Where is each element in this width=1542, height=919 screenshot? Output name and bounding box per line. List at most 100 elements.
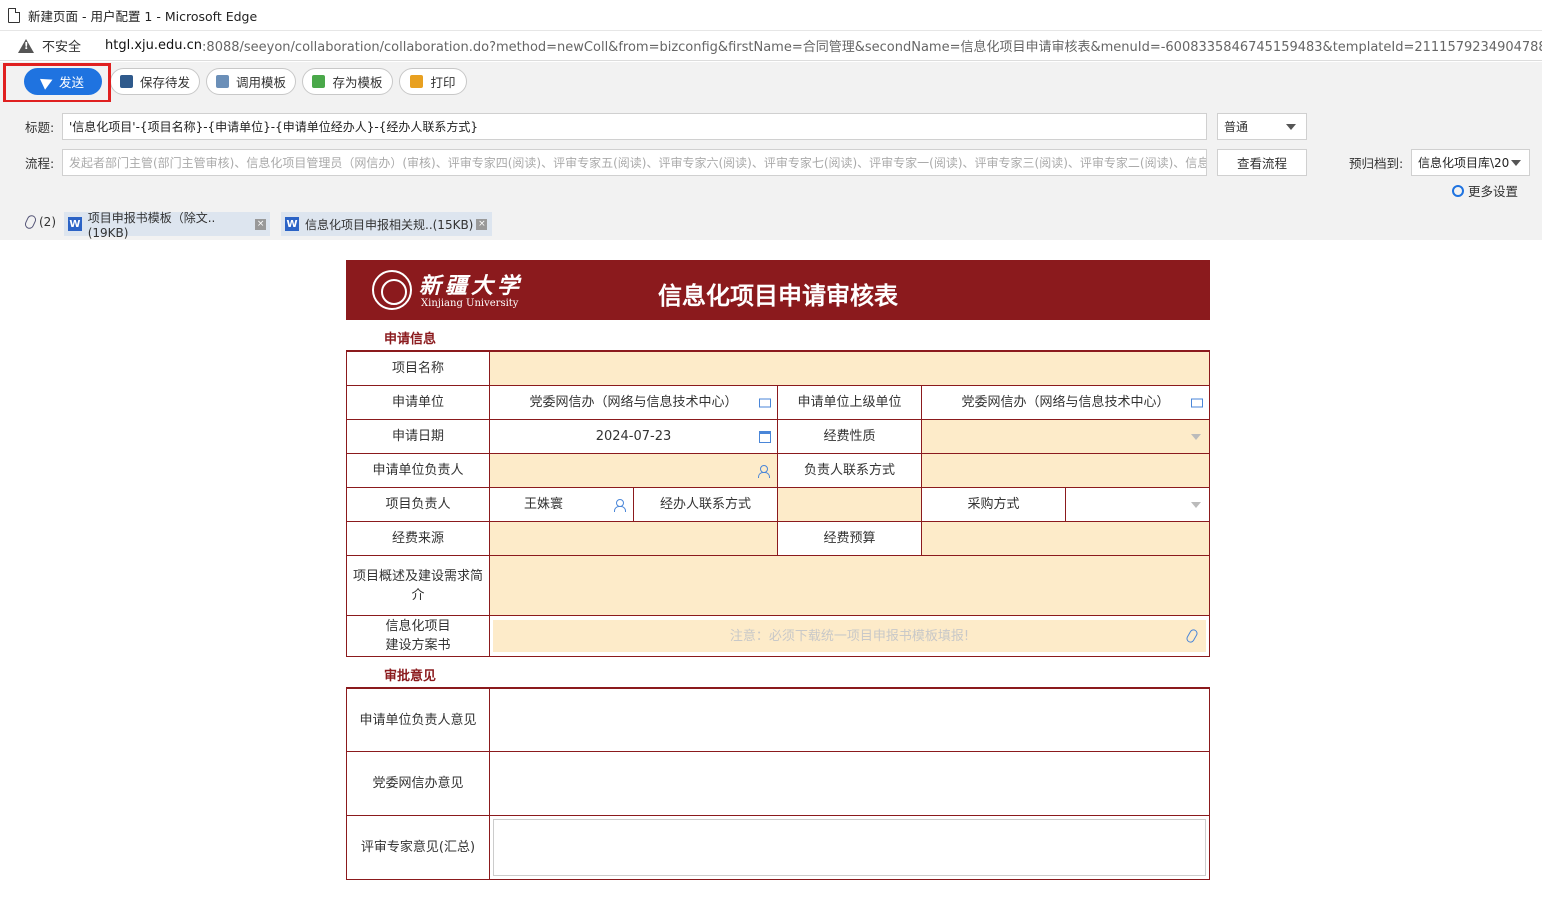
url-host[interactable]: htgl.xju.edu.cn — [105, 38, 202, 53]
unit-leader-field[interactable] — [490, 454, 778, 488]
word-doc-icon: W — [68, 217, 82, 231]
chevron-down-icon — [1191, 501, 1201, 508]
label-plan-doc: 信息化项目 建设方案书 — [346, 616, 490, 657]
label-expert-opinion: 评审专家意见(汇总) — [346, 816, 490, 880]
apply-date-value: 2024-07-23 — [595, 429, 672, 444]
print-button[interactable]: 打印 — [399, 68, 467, 95]
use-template-button[interactable]: 调用模板 — [206, 68, 296, 95]
project-name-input[interactable] — [490, 352, 1210, 386]
priority-value: 普通 — [1224, 120, 1249, 134]
person-picker-icon[interactable] — [614, 498, 626, 512]
plan-doc-dropzone[interactable]: 注意：必须下载统一项目申报书模板填报! — [493, 620, 1206, 652]
save-draft-button[interactable]: 保存待发 — [110, 68, 200, 95]
label-project-desc: 项目概述及建设需求简介 — [346, 556, 490, 616]
section-apply-title: 申请信息 — [384, 332, 437, 347]
form-banner: 新疆大学 Xinjiang University 信息化项目申请审核表 — [346, 260, 1210, 320]
apply-unit-value: 党委网信办（网络与信息技术中心） — [529, 395, 738, 410]
priority-select[interactable]: 普通 — [1217, 113, 1307, 140]
remove-attachment-icon[interactable]: × — [476, 218, 488, 230]
expert-opinion-field[interactable] — [490, 816, 1210, 880]
subject-label: 标题: — [25, 120, 55, 135]
window-title: 新建页面 - 用户配置 1 - Microsoft Edge — [28, 8, 258, 24]
save-draft-label: 保存待发 — [139, 75, 190, 90]
flow-input[interactable]: 发起者部门主管(部门主管审核)、信息化项目管理员（网信办）(审核)、评审专家四(… — [62, 149, 1207, 176]
label-handler-contact: 经办人联系方式 — [634, 488, 778, 522]
label-project-leader: 项目负责人 — [346, 488, 490, 522]
archive-value: 信息化项目库\20 — [1418, 156, 1510, 170]
label-leader-contact: 负责人联系方式 — [778, 454, 922, 488]
use-template-label: 调用模板 — [235, 75, 286, 90]
label-purchase-method: 采购方式 — [922, 488, 1066, 522]
url-path[interactable]: :8088/seeyon/collaboration/collaboration… — [202, 36, 1542, 55]
fund-source-input[interactable] — [490, 522, 778, 556]
window-title-bar: 新建页面 - 用户配置 1 - Microsoft Edge — [0, 0, 1542, 31]
flow-label: 流程: — [25, 156, 55, 171]
calendar-icon[interactable] — [759, 430, 771, 443]
chevron-down-icon — [1511, 160, 1521, 166]
label-project-name: 项目名称 — [346, 352, 490, 386]
label-fund-nature: 经费性质 — [778, 420, 922, 454]
save-template-button[interactable]: 存为模板 — [302, 68, 393, 95]
attachment-name[interactable]: 信息化项目申报相关规..(15KB) — [305, 216, 473, 233]
handler-contact-input[interactable] — [778, 488, 922, 522]
page-icon — [8, 7, 20, 23]
apply-unit-field[interactable]: 党委网信办（网络与信息技术中心） — [490, 386, 778, 420]
gear-icon — [1452, 185, 1464, 197]
paperclip-icon[interactable] — [1185, 627, 1199, 645]
save-template-icon — [312, 75, 326, 88]
send-highlight-box — [3, 63, 111, 103]
word-doc-icon: W — [285, 217, 299, 231]
purchase-method-select[interactable] — [1066, 488, 1210, 522]
address-bar[interactable]: 不安全 htgl.xju.edu.cn:8088/seeyon/collabor… — [0, 31, 1542, 61]
view-flow-button[interactable]: 查看流程 — [1217, 149, 1307, 176]
archive-label: 预归档到: — [1349, 156, 1404, 171]
collaboration-header: 标题: '信息化项目'-{项目名称}-{申请单位}-{申请单位经办人}-{经办人… — [0, 102, 1542, 240]
printer-icon — [410, 75, 424, 88]
print-label: 打印 — [430, 75, 456, 90]
warning-icon[interactable] — [18, 38, 34, 53]
project-desc-textarea[interactable] — [490, 556, 1210, 616]
expert-opinion-textarea[interactable] — [493, 819, 1206, 876]
label-unit-opinion: 申请单位负责人意见 — [346, 689, 490, 752]
label-fund-budget: 经费预算 — [778, 522, 922, 556]
save-template-label: 存为模板 — [332, 75, 383, 90]
project-leader-field[interactable]: 王姝寰 — [490, 488, 634, 522]
form-title: 信息化项目申请审核表 — [658, 282, 898, 310]
remove-attachment-icon[interactable]: × — [255, 218, 266, 230]
section-approval-title: 审批意见 — [384, 669, 437, 684]
leader-contact-input[interactable] — [922, 454, 1210, 488]
org-picker-icon[interactable] — [1191, 398, 1203, 407]
parent-unit-field[interactable]: 党委网信办（网络与信息技术中心） — [922, 386, 1210, 420]
label-apply-unit: 申请单位 — [346, 386, 490, 420]
template-icon — [215, 75, 229, 88]
attachment-count: (2) — [39, 215, 56, 229]
org-picker-icon[interactable] — [759, 398, 771, 407]
office-opinion-area — [490, 752, 1210, 816]
attachment-item[interactable]: W 信息化项目申报相关规..(15KB) × — [281, 212, 492, 236]
label-apply-date: 申请日期 — [346, 420, 490, 454]
label-unit-leader: 申请单位负责人 — [346, 454, 490, 488]
plan-doc-upload[interactable]: 注意：必须下载统一项目申报书模板填报! — [490, 616, 1210, 657]
person-picker-icon[interactable] — [758, 464, 770, 478]
attachment-item[interactable]: W 项目申报书模板（除文..(19KB) × — [64, 211, 270, 240]
apply-date-field[interactable]: 2024-07-23 — [490, 420, 778, 454]
security-status[interactable]: 不安全 — [42, 36, 81, 55]
project-leader-value: 王姝寰 — [524, 497, 564, 512]
save-icon — [119, 75, 133, 88]
parent-unit-value: 党委网信办（网络与信息技术中心） — [961, 395, 1170, 410]
label-office-opinion: 党委网信办意见 — [346, 752, 490, 816]
paperclip-icon — [23, 213, 38, 231]
fund-nature-select[interactable] — [922, 420, 1210, 454]
form-toolbar: 发送 保存待发 调用模板 存为模板 打印 — [0, 62, 1542, 102]
unit-opinion-area — [490, 689, 1210, 752]
plan-doc-notice: 注意：必须下载统一项目申报书模板填报! — [729, 628, 970, 644]
attachment-name[interactable]: 项目申报书模板（除文..(19KB) — [88, 209, 253, 240]
subject-input[interactable]: '信息化项目'-{项目名称}-{申请单位}-{申请单位经办人}-{经办人联系方式… — [62, 113, 1207, 140]
label-parent-unit: 申请单位上级单位 — [778, 386, 922, 420]
chevron-down-icon — [1191, 433, 1201, 440]
more-settings-label: 更多设置 — [1468, 184, 1519, 199]
fund-budget-input[interactable] — [922, 522, 1210, 556]
archive-select[interactable]: 信息化项目库\20 — [1411, 149, 1530, 176]
label-fund-source: 经费来源 — [346, 522, 490, 556]
more-settings-link[interactable]: 更多设置 — [1452, 181, 1518, 200]
